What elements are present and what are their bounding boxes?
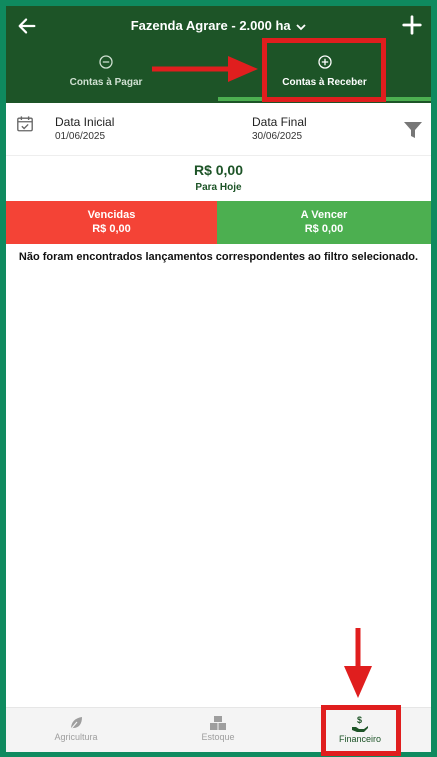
add-icon[interactable] — [401, 14, 423, 36]
overdue-amount: R$ 0,00 — [92, 223, 131, 235]
boxes-icon — [210, 716, 226, 730]
overdue-card[interactable]: Vencidas R$ 0,00 — [6, 201, 217, 244]
today-summary: R$ 0,00 Para Hoje — [6, 162, 431, 193]
minus-circle-icon — [99, 55, 113, 69]
empty-message: Não foram encontrados lançamentos corres… — [18, 251, 419, 263]
leaf-icon — [70, 717, 82, 730]
upcoming-card[interactable]: A Vencer R$ 0,00 — [217, 201, 431, 244]
nav-label: Agricultura — [54, 732, 98, 742]
nav-label: Estoque — [201, 732, 235, 742]
date-filter-bar: Data Inicial 01/06/2025 Data Final 30/06… — [6, 103, 431, 156]
upcoming-amount: R$ 0,00 — [304, 223, 344, 235]
farm-selector[interactable]: Fazenda Agrare - 2.000 ha — [6, 18, 431, 33]
annotation-arrow-right-icon — [152, 56, 258, 82]
end-date-label: Data Final — [252, 115, 307, 129]
today-amount: R$ 0,00 — [193, 162, 244, 178]
upcoming-label: A Vencer — [300, 209, 348, 221]
tab-label: Contas à Pagar — [69, 77, 143, 88]
nav-estoque[interactable]: Estoque — [178, 708, 258, 752]
overdue-label: Vencidas — [87, 209, 136, 221]
today-caption: Para Hoje — [195, 182, 242, 193]
start-date-label: Data Inicial — [55, 115, 115, 129]
annotation-highlight-box — [321, 705, 401, 756]
annotation-highlight-box — [262, 38, 386, 102]
filter-icon[interactable] — [403, 121, 423, 139]
calendar-icon[interactable] — [16, 115, 34, 133]
end-date-value: 30/06/2025 — [252, 131, 303, 142]
chevron-down-icon — [296, 23, 306, 30]
start-date-value: 01/06/2025 — [55, 131, 106, 142]
nav-agricultura[interactable]: Agricultura — [36, 708, 116, 752]
farm-title: Fazenda Agrare - 2.000 ha — [130, 18, 291, 33]
annotation-arrow-down-icon — [344, 628, 372, 698]
